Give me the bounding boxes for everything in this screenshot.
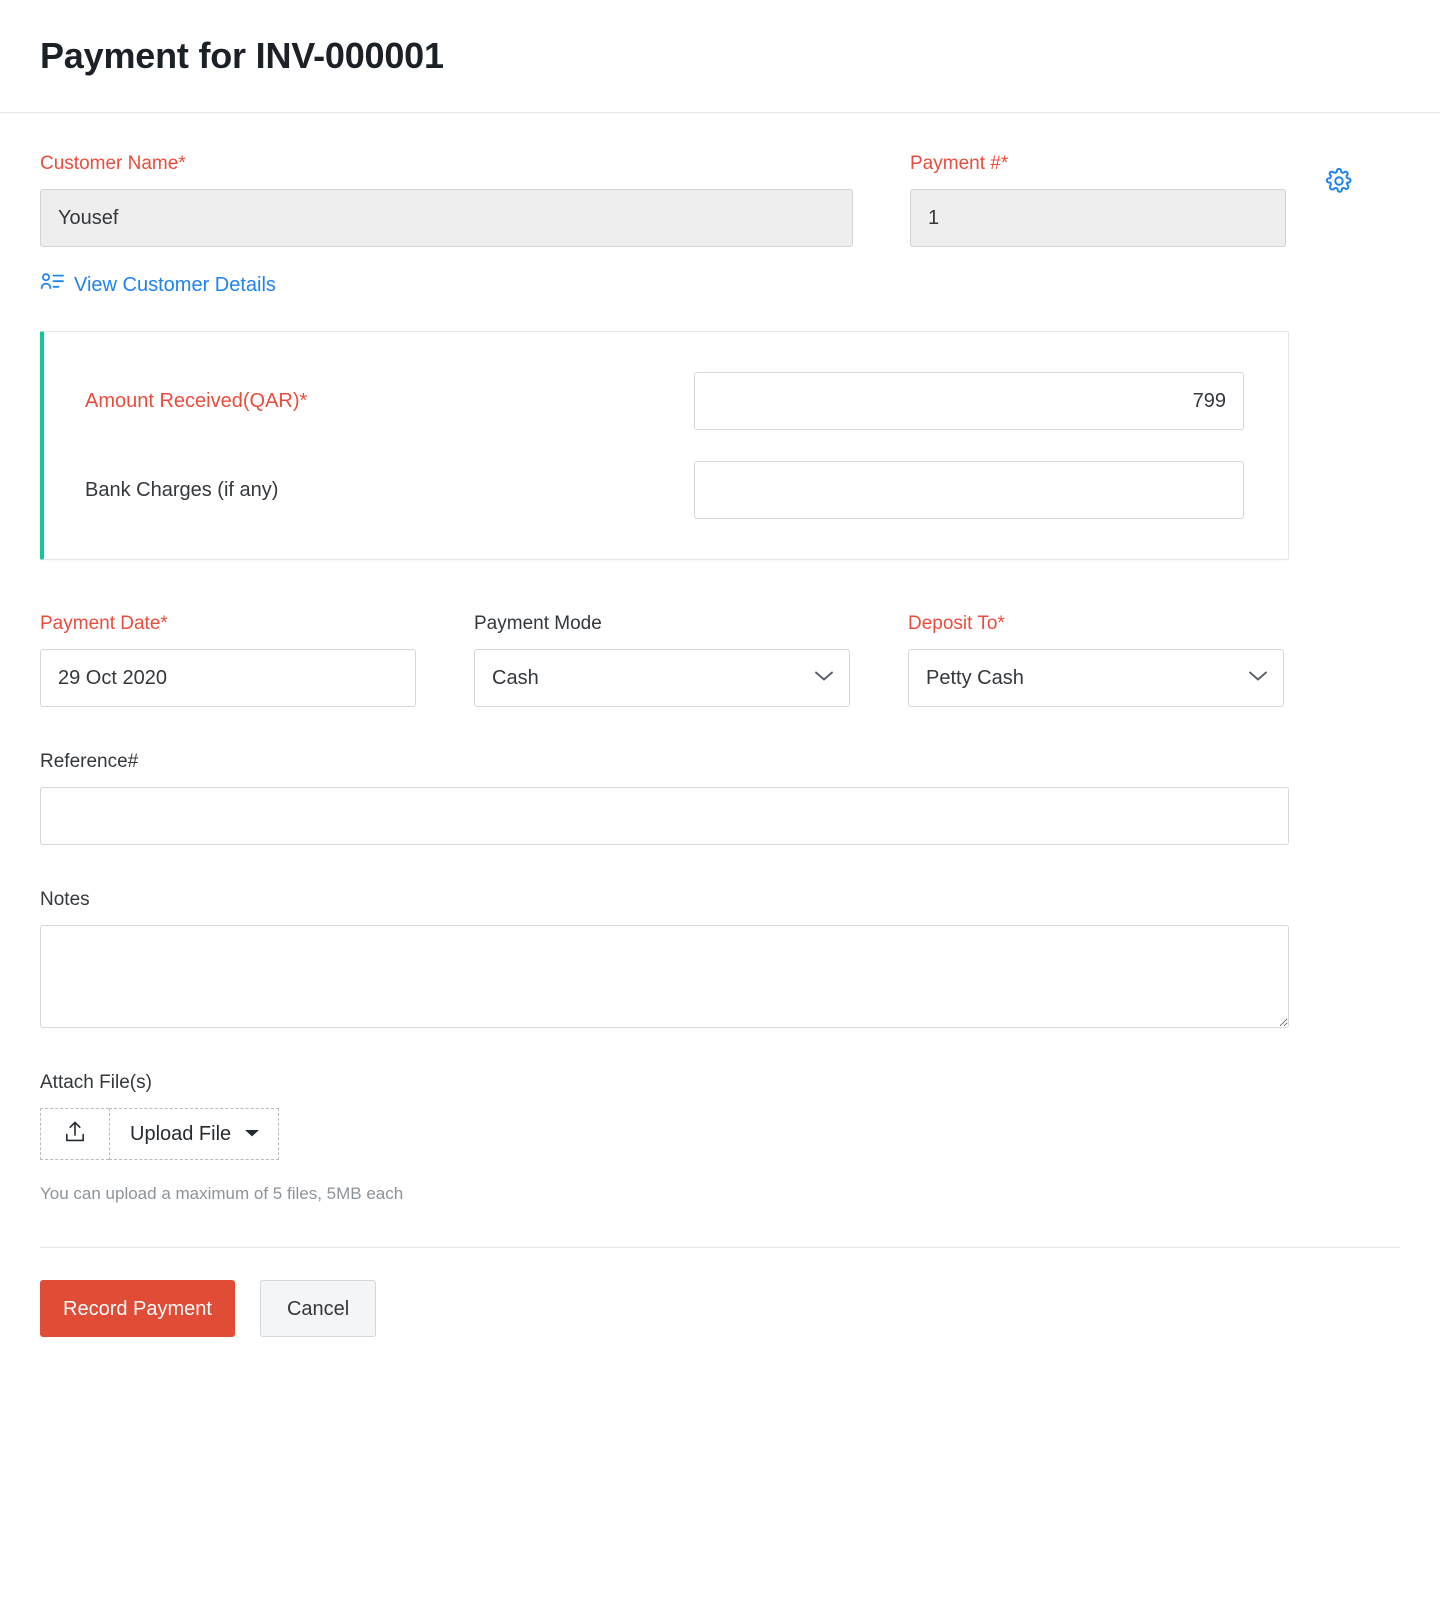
bank-charges-label: Bank Charges (if any): [85, 479, 279, 501]
bank-charges-input[interactable]: [693, 461, 1244, 519]
payment-mode-field: Payment Mode: [474, 613, 850, 707]
customer-name-label: Customer Name*: [40, 153, 186, 174]
payment-number-input[interactable]: [910, 189, 1286, 247]
bank-charges-row: Bank Charges (if any): [44, 461, 1288, 519]
cancel-button[interactable]: Cancel: [259, 1280, 377, 1337]
deposit-to-field: Deposit To*: [908, 613, 1284, 707]
view-customer-details-label: View Customer Details: [74, 273, 276, 296]
upload-hint-text: You can upload a maximum of 5 files, 5MB…: [40, 1184, 404, 1203]
upload-file-button[interactable]: Upload File: [109, 1108, 280, 1160]
notes-textarea[interactable]: [40, 925, 1289, 1028]
customer-payment-row: Customer Name* View Customer Details Pay…: [40, 153, 1400, 299]
record-payment-button[interactable]: Record Payment: [40, 1280, 235, 1337]
upload-file-icon-button[interactable]: [40, 1108, 109, 1160]
payment-date-label: Payment Date*: [40, 613, 168, 634]
caret-down-icon: [244, 1125, 260, 1143]
upload-icon: [64, 1120, 86, 1149]
page-title: Payment for INV-000001: [40, 35, 444, 77]
amount-received-input[interactable]: [693, 372, 1244, 430]
payment-mode-select-wrap: [474, 649, 850, 707]
reference-input[interactable]: [40, 787, 1289, 845]
customer-name-input[interactable]: [40, 189, 853, 247]
footer-divider: [40, 1247, 1400, 1248]
payment-form-page: Payment for INV-000001 Customer Name* Vi…: [0, 0, 1440, 1622]
gear-icon: [1325, 167, 1353, 198]
payment-mode-select[interactable]: [474, 649, 850, 707]
payment-number-field: Payment #*: [910, 153, 1352, 247]
payment-form: Customer Name* View Customer Details Pay…: [0, 113, 1440, 1377]
contact-details-icon: [40, 271, 64, 299]
payment-mode-label: Payment Mode: [474, 613, 602, 634]
notes-label: Notes: [40, 889, 90, 910]
deposit-to-label: Deposit To*: [908, 613, 1005, 634]
upload-file-group: Upload File: [40, 1108, 280, 1160]
amount-received-label: Amount Received(QAR)*: [85, 390, 308, 412]
attach-files-field: Attach File(s) Upload File You can uploa…: [40, 1072, 1400, 1204]
payment-number-label: Payment #*: [910, 153, 1009, 174]
bank-charges-input-wrap: [693, 461, 1244, 519]
amount-received-input-wrap: [693, 372, 1244, 430]
payment-number-settings-button[interactable]: [1324, 167, 1354, 197]
page-header: Payment for INV-000001: [0, 0, 1440, 113]
payment-date-field: Payment Date*: [40, 613, 416, 707]
amount-received-row: Amount Received(QAR)*: [44, 372, 1288, 430]
payment-details-row: Payment Date* Payment Mode Deposit To*: [40, 613, 1400, 707]
view-customer-details-link[interactable]: View Customer Details: [40, 271, 276, 299]
reference-field: Reference#: [40, 751, 1400, 845]
payment-date-input[interactable]: [40, 649, 416, 707]
notes-field: Notes: [40, 889, 1400, 1028]
upload-file-label: Upload File: [130, 1122, 232, 1145]
deposit-to-select[interactable]: [908, 649, 1284, 707]
deposit-to-select-wrap: [908, 649, 1284, 707]
attach-files-label: Attach File(s): [40, 1072, 152, 1093]
amount-card: Amount Received(QAR)* Bank Charges (if a…: [40, 331, 1289, 560]
reference-label: Reference#: [40, 751, 139, 772]
form-actions: Record Payment Cancel: [40, 1280, 1400, 1377]
customer-name-field: Customer Name* View Customer Details: [40, 153, 853, 299]
